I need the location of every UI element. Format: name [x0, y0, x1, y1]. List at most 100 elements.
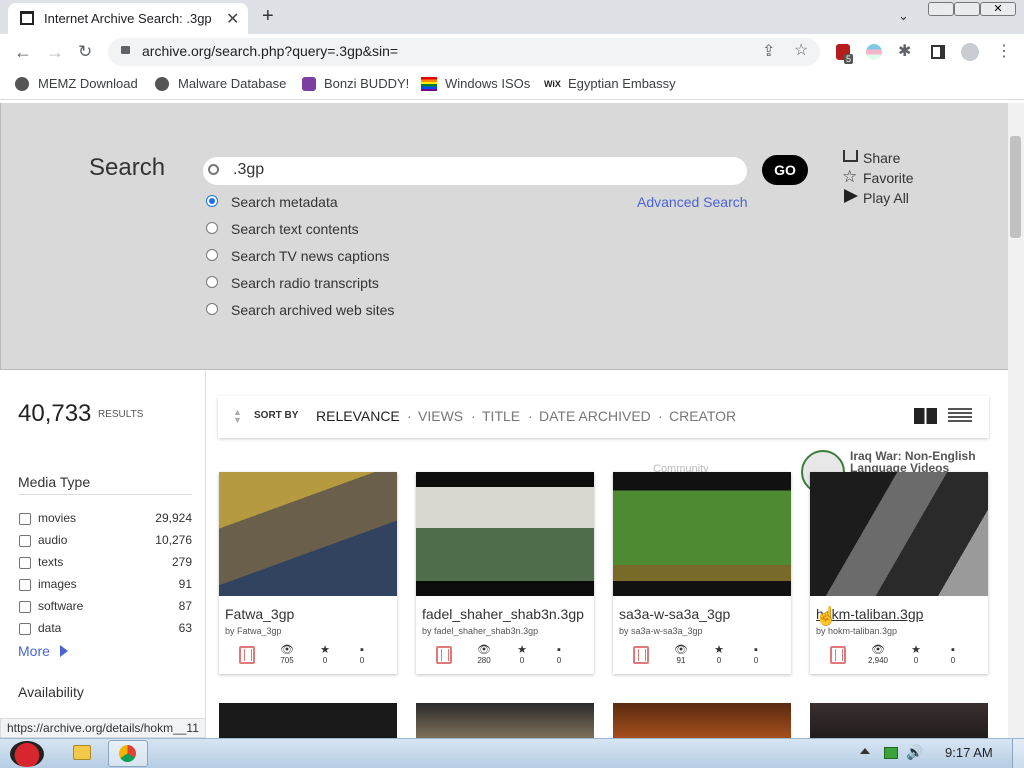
- favorites-stat: ★ 0: [307, 644, 343, 670]
- back-icon[interactable]: ←: [14, 43, 32, 61]
- facet-checkbox-images[interactable]: [19, 579, 31, 591]
- search-input[interactable]: .3gp: [203, 157, 747, 185]
- bookmark-malware-database[interactable]: Malware Database: [178, 76, 286, 91]
- profile-avatar[interactable]: [961, 43, 979, 61]
- video-thumbnail[interactable]: [416, 703, 594, 738]
- facet-checkbox-movies[interactable]: [19, 513, 31, 525]
- bookmark-egyptian-embassy[interactable]: Egyptian Embassy: [568, 76, 676, 91]
- tile-view-icon[interactable]: [914, 408, 937, 424]
- result-card[interactable]: hokm-taliban.3gp by hokm-taliban.3gp 👁 2,…: [810, 472, 988, 674]
- share-page-icon[interactable]: ⇪: [762, 44, 775, 60]
- new-tab-icon[interactable]: +: [262, 5, 274, 28]
- facet-count: 29,924: [155, 511, 192, 525]
- advanced-search-link[interactable]: Advanced Search: [637, 194, 748, 210]
- archive-favicon-icon: [20, 11, 34, 25]
- scrollbar-thumb[interactable]: [1010, 136, 1021, 238]
- tab-close-icon[interactable]: ✕: [226, 9, 239, 29]
- restore-window-icon[interactable]: [954, 2, 980, 16]
- radio-search-tv-captions[interactable]: [206, 249, 218, 261]
- facet-label: audio: [38, 533, 68, 547]
- results-count: 40,733: [18, 400, 92, 427]
- bookmark-bonzi-buddy[interactable]: Bonzi BUDDY!: [324, 76, 409, 91]
- facet-checkbox-software[interactable]: [19, 601, 31, 613]
- facet-checkbox-texts[interactable]: [19, 557, 31, 569]
- page-viewport: Search .3gp GO Advanced Search Search me…: [0, 103, 1008, 738]
- card-creator: by hokm-taliban.3gp: [816, 626, 898, 636]
- tray-arrow-icon[interactable]: [860, 748, 870, 754]
- volume-icon[interactable]: 🔊: [906, 744, 923, 761]
- tab-search-icon[interactable]: ⌄: [898, 8, 909, 24]
- video-thumbnail[interactable]: [219, 472, 397, 596]
- radio-label: Search text contents: [231, 221, 359, 237]
- reload-icon[interactable]: ↻: [78, 43, 92, 60]
- facet-checkbox-data[interactable]: [19, 623, 31, 635]
- facet-label: data: [38, 621, 62, 635]
- sort-views[interactable]: VIEWS: [418, 408, 463, 424]
- card-creator: by Fatwa_3gp: [225, 626, 282, 636]
- bookmark-star-icon[interactable]: ☆: [794, 43, 808, 59]
- list-view-icon[interactable]: [948, 408, 972, 424]
- reviews-stat: ▪ 0: [344, 644, 380, 670]
- result-card[interactable]: Fatwa_3gp by Fatwa_3gp 👁 705 ★ 0 ▪ 0: [219, 472, 397, 674]
- sort-creator[interactable]: CREATOR: [669, 408, 736, 424]
- extensions-puzzle-icon[interactable]: ✱: [898, 44, 911, 60]
- browser-tab[interactable]: Internet Archive Search: .3gp ✕: [8, 3, 248, 34]
- radio-search-metadata[interactable]: [206, 195, 218, 207]
- show-desktop-button[interactable]: [1012, 739, 1024, 768]
- search-icon: [208, 164, 219, 175]
- collection-title[interactable]: Iraq War: Non-English Language Videos: [850, 450, 990, 474]
- start-button-icon[interactable]: [10, 741, 44, 767]
- go-button[interactable]: GO: [762, 155, 808, 185]
- forward-icon[interactable]: →: [46, 43, 64, 61]
- radio-search-radio-transcripts[interactable]: [206, 276, 218, 288]
- more-arrow-icon[interactable]: [60, 645, 68, 657]
- favorites-stat: ★ 0: [898, 644, 934, 670]
- sort-title[interactable]: TITLE: [482, 408, 520, 424]
- comment-icon: ▪: [557, 644, 561, 656]
- share-link[interactable]: Share: [863, 150, 900, 166]
- eye-icon: 👁: [871, 644, 885, 656]
- url-text[interactable]: archive.org/search.php?query=.3gp&sin=: [142, 43, 398, 59]
- reviews-stat: ▪ 0: [738, 644, 774, 670]
- radio-label: Search radio transcripts: [231, 275, 379, 291]
- play-all-link[interactable]: Play All: [863, 190, 909, 206]
- video-thumbnail[interactable]: [810, 472, 988, 596]
- side-panel-icon[interactable]: [931, 45, 945, 59]
- star-icon: ★: [911, 644, 921, 656]
- video-thumbnail[interactable]: [416, 472, 594, 596]
- clock[interactable]: 9:17 AM: [945, 745, 993, 760]
- sort-relevance[interactable]: RELEVANCE: [316, 408, 400, 424]
- browser-menu-icon[interactable]: ⋮: [996, 44, 1012, 60]
- extension-badge: 5: [844, 54, 854, 64]
- video-thumbnail[interactable]: [613, 703, 791, 738]
- sort-separator: ·: [658, 408, 663, 424]
- minimize-window-icon[interactable]: [928, 2, 954, 16]
- card-title[interactable]: Fatwa_3gp: [225, 606, 294, 622]
- favorites-stat: ★ 0: [701, 644, 737, 670]
- facet-checkbox-audio[interactable]: [19, 535, 31, 547]
- result-card[interactable]: fadel_shaher_shab3n.3gp by fadel_shaher_…: [416, 472, 594, 674]
- radio-search-text-contents[interactable]: [206, 222, 218, 234]
- card-title[interactable]: fadel_shaher_shab3n.3gp: [422, 606, 584, 622]
- share-icon: [843, 150, 858, 162]
- result-card[interactable]: sa3a-w-sa3a_3gp by sa3a-w-sa3a_3gp 👁 91 ★…: [613, 472, 791, 674]
- eye-icon: 👁: [280, 644, 294, 656]
- sort-date-archived[interactable]: DATE ARCHIVED: [539, 408, 651, 424]
- views-stat: 👁 280: [466, 644, 502, 670]
- globe-icon: [155, 77, 169, 91]
- video-thumbnail[interactable]: [613, 472, 791, 596]
- bookmark-memz-download[interactable]: MEMZ Download: [38, 76, 138, 91]
- facet-count: 91: [178, 577, 192, 591]
- more-facets-link[interactable]: More: [18, 643, 50, 659]
- extension-flag-icon[interactable]: [866, 44, 882, 60]
- movie-icon: [436, 646, 452, 664]
- close-window-icon[interactable]: ✕: [980, 2, 1016, 16]
- video-thumbnail[interactable]: [810, 703, 988, 738]
- explorer-folder-icon[interactable]: [73, 745, 91, 760]
- video-thumbnail[interactable]: [219, 703, 397, 738]
- favorite-link[interactable]: Favorite: [863, 170, 914, 186]
- card-title[interactable]: sa3a-w-sa3a_3gp: [619, 606, 730, 622]
- bookmark-windows-isos[interactable]: Windows ISOs: [445, 76, 530, 91]
- radio-search-web-sites[interactable]: [206, 303, 218, 315]
- network-icon[interactable]: [884, 747, 898, 759]
